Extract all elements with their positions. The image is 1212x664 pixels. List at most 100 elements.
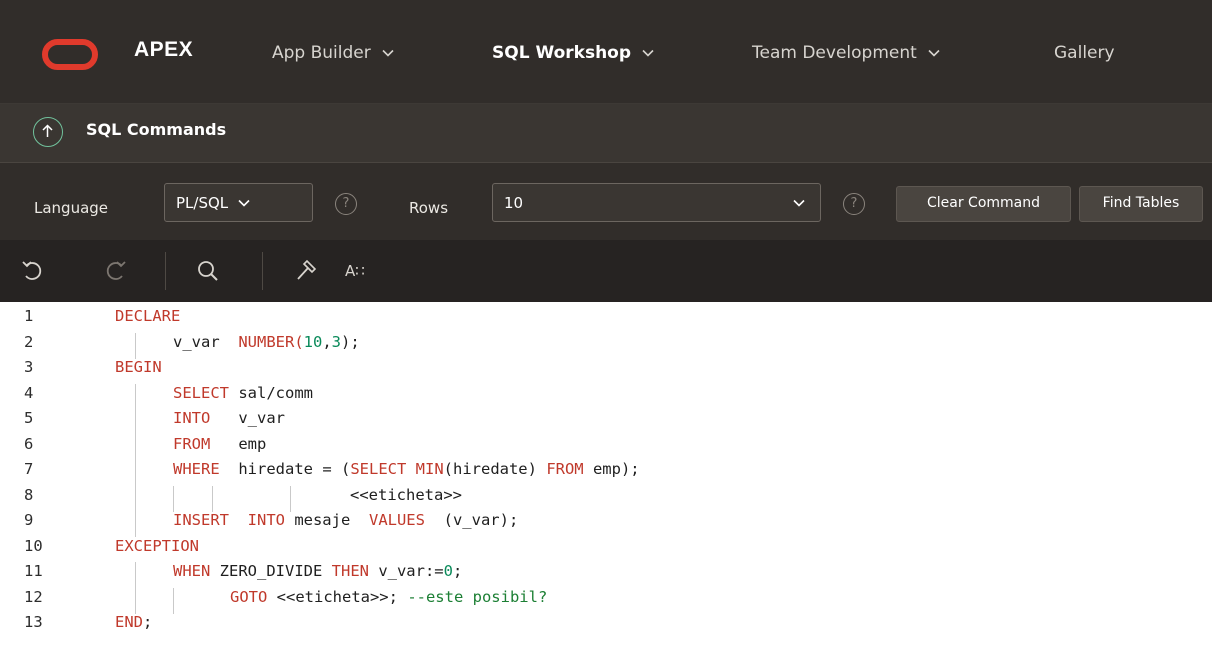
chevron-down-icon [381,46,395,60]
language-help-icon[interactable]: ? [335,193,357,215]
nav-label: Gallery [1054,43,1115,63]
line-number: 5 [24,409,34,427]
code-line[interactable]: 12 GOTO <<eticheta>>; --este posibil? [0,587,1212,614]
number-token: 0 [443,562,453,580]
text-token: ZERO_DIVIDE [210,562,332,580]
nav-sql-workshop[interactable]: SQL Workshop [492,43,655,63]
line-number: 2 [24,332,34,351]
code-line[interactable]: 3 BEGIN [0,358,1212,384]
keyword-token: VALUES [368,511,425,529]
code-line[interactable]: 8 <<eticheta>> [0,485,1212,512]
keyword-token: EXCEPTION [115,536,199,555]
nav-gallery[interactable]: Gallery [1054,43,1115,63]
code-line[interactable]: 2 v_var NUMBER(10,3); [0,332,1212,359]
chevron-down-icon [237,196,251,210]
code-line[interactable]: 4 SELECT sal/comm [0,383,1212,410]
nav-label: Team Development [752,43,917,63]
indent-guide [290,485,291,512]
code-text: WHERE hiredate = (SELECT MIN(hiredate) F… [173,460,640,478]
oracle-logo-icon[interactable] [42,39,98,70]
autocomplete-toggle[interactable]: A∷ [345,262,365,280]
keyword-token: FROM [173,434,211,453]
keyword-token: FROM [546,460,584,478]
find-tables-button[interactable]: Find Tables [1079,186,1203,222]
keyword-token: INTO [173,409,211,427]
indent-guide [135,511,136,537]
code-line[interactable]: 11 WHEN ZERO_DIVIDE THEN v_var:=0; [0,562,1212,588]
line-number: 7 [24,460,34,478]
code-text: EXCEPTION [115,537,199,555]
chevron-down-icon [792,196,806,210]
line-number: 8 [24,485,34,504]
text-token: emp); [583,460,640,478]
indent-guide [135,332,136,359]
code-text: v_var NUMBER(10,3); [173,333,360,351]
code-line[interactable]: 9 INSERT INTO mesaje VALUES (v_var); [0,511,1212,537]
keyword-token: SELECT MIN [350,460,444,478]
code-text: <<eticheta>> [350,486,462,504]
code-line[interactable]: 10 EXCEPTION [0,537,1212,563]
keyword-token: WHEN [173,562,211,580]
line-number: 11 [24,562,43,580]
text-token: sal/comm [238,383,313,402]
nav-label: App Builder [272,43,371,63]
text-token: ; [143,613,153,631]
indent-guide [135,587,136,614]
text-token: v_var [210,409,285,427]
keyword-token: END [115,613,143,631]
keyword-token: INSERT INTO [173,511,285,529]
keyword-token: SELECT [173,383,239,402]
nav-app-builder[interactable]: App Builder [272,43,395,63]
code-text: WHEN ZERO_DIVIDE THEN v_var:=0; [173,562,462,580]
keyword-token: BEGIN [115,358,162,376]
text-token: emp [210,434,267,453]
text-token: ); [341,332,360,351]
code-line[interactable]: 1 DECLARE [0,307,1212,333]
code-text: SELECT sal/comm [173,384,313,402]
rows-help-icon[interactable]: ? [843,193,865,215]
keyword-token: GOTO [230,587,268,606]
code-line[interactable]: 5 INTO v_var [0,409,1212,435]
line-number: 13 [24,613,43,631]
indent-guide [135,409,136,435]
code-text: BEGIN [115,358,162,376]
text-token: v_var:= [368,562,444,580]
code-text: DECLARE [115,307,180,325]
redo-icon[interactable] [100,256,130,286]
indent-guide [135,562,136,588]
text-token: mesaje [284,511,369,529]
number-token: 10 [303,332,323,351]
hammer-icon[interactable] [290,256,320,286]
page-title: SQL Commands [86,120,227,139]
code-text: INSERT INTO mesaje VALUES (v_var); [173,511,518,529]
indent-guide [173,485,174,512]
nav-team-development[interactable]: Team Development [752,43,941,63]
rows-value: 10 [504,193,524,212]
text-token: <<eticheta>> [350,485,462,504]
rows-select[interactable]: 10 [492,183,821,222]
arrow-up-circle-icon[interactable] [33,117,63,147]
line-number: 1 [24,307,34,325]
clear-command-button[interactable]: Clear Command [896,186,1071,222]
language-value: PL/SQL [176,193,229,212]
keyword-token: NUMBER( [238,332,304,351]
language-select[interactable]: PL/SQL [164,183,313,222]
undo-icon[interactable] [18,256,48,286]
toolbar-divider [165,252,166,290]
line-number: 6 [24,434,34,453]
code-editor[interactable]: 1 DECLARE 2 v_var NUMBER(10,3); 3 BEGIN 4 SELEC… [0,302,1212,664]
search-icon[interactable] [193,256,223,286]
chevron-down-icon [927,46,941,60]
code-text: GOTO <<eticheta>>; --este posibil? [230,588,547,606]
number-token: 3 [331,332,342,351]
code-line[interactable]: 7 WHERE hiredate = (SELECT MIN(hiredate) … [0,460,1212,486]
line-number: 4 [24,383,34,402]
indent-guide [135,383,136,410]
keyword-token: DECLARE [115,307,181,325]
comment-token: --este posibil? [407,587,548,606]
code-line[interactable]: 6 FROM emp [0,434,1212,461]
line-number: 10 [24,536,43,555]
text-token: (hiredate) [443,460,547,478]
brand-name[interactable]: APEX [134,38,193,62]
code-line[interactable]: 13 END; [0,613,1212,639]
